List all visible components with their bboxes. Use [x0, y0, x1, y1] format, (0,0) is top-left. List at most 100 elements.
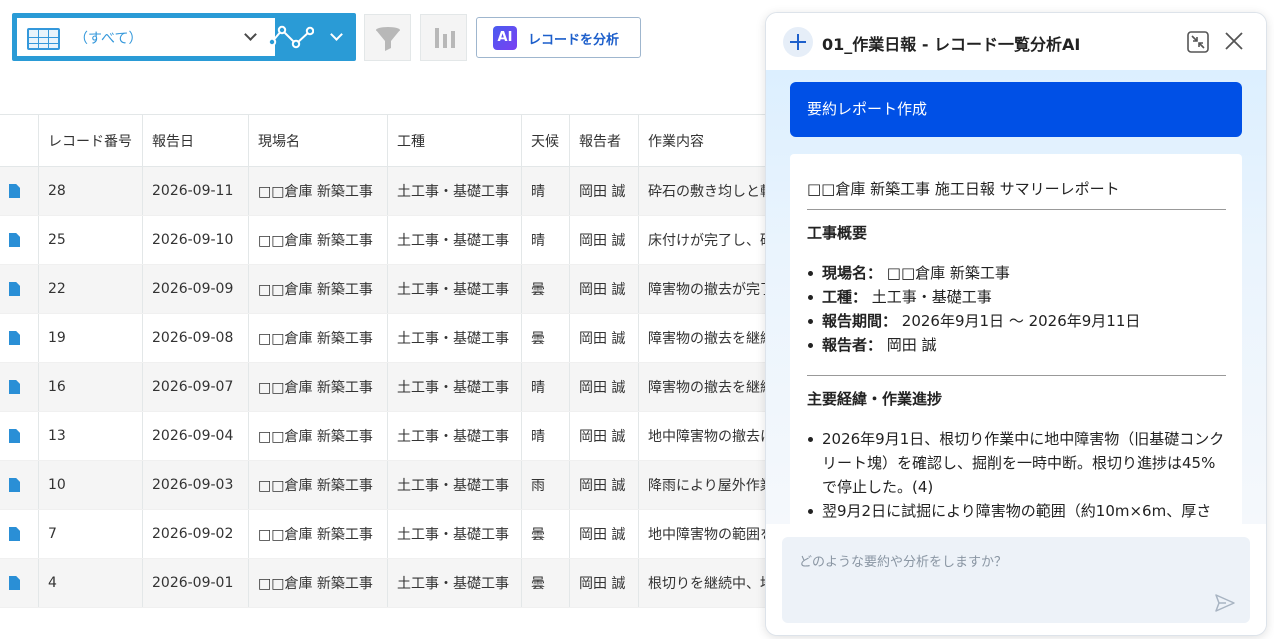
analyze-records-label: レコードを分析 [528, 33, 620, 48]
table-row: 25 2026-09-10 □□倉庫 新築工事 土工事・基礎工事 晴 岡田 誠 … [0, 216, 770, 265]
cell-report-date: 2026-09-11 [142, 167, 248, 215]
table-row: 28 2026-09-11 □□倉庫 新築工事 土工事・基礎工事 晴 岡田 誠 … [0, 167, 770, 216]
document-icon [9, 184, 20, 198]
overview-list: 現場名： □□倉庫 新築工事 工種： 土工事・基礎工事 報告期間： 2026年9… [807, 261, 1226, 357]
document-icon [9, 233, 20, 247]
cell-weather: 曇 [521, 510, 569, 558]
table-header: レコード番号 報告日 現場名 工種 天候 報告者 作業内容 [0, 114, 770, 167]
shrink-panel-icon[interactable] [1187, 31, 1209, 53]
view-selector-group: （すべて） [12, 13, 356, 61]
cell-report-date: 2026-09-08 [142, 314, 248, 362]
filter-button[interactable] [364, 14, 411, 61]
record-detail-link[interactable] [0, 314, 38, 362]
cell-work-content: 降雨により屋外作業 [638, 461, 770, 509]
progress-item: 2026年9月1日、根切り作業中に地中障害物（旧基礎コンクリート塊）を確認し、掘… [807, 427, 1226, 499]
graph-chevron-down-icon[interactable] [330, 28, 343, 41]
cell-reporter: 岡田 誠 [569, 216, 638, 264]
cell-record-number: 22 [38, 265, 142, 313]
chat-input-area: どのような要約や分析をしますか？ [766, 524, 1266, 635]
chat-input-placeholder: どのような要約や分析をしますか？ [799, 555, 1008, 570]
cell-site-name: □□倉庫 新築工事 [248, 461, 387, 509]
cell-reporter: 岡田 誠 [569, 461, 638, 509]
table-row: 22 2026-09-09 □□倉庫 新築工事 土工事・基礎工事 曇 岡田 誠 … [0, 265, 770, 314]
cell-work-content: 床付けが完了し、砕 [638, 216, 770, 264]
header-work-type[interactable]: 工種 [387, 115, 521, 166]
bar-chart-icon [435, 28, 455, 48]
chevron-down-icon [244, 28, 257, 41]
record-detail-link[interactable] [0, 216, 38, 264]
header-report-date[interactable]: 報告日 [142, 115, 248, 166]
cell-report-date: 2026-09-03 [142, 461, 248, 509]
cell-work-content: 障害物の撤去が完了 [638, 265, 770, 313]
view-select[interactable]: （すべて） [17, 18, 275, 56]
cell-site-name: □□倉庫 新築工事 [248, 314, 387, 362]
cell-work-content: 地中障害物の撤去に [638, 412, 770, 460]
send-icon[interactable] [1215, 593, 1235, 613]
cell-record-number: 4 [38, 559, 142, 607]
cell-reporter: 岡田 誠 [569, 167, 638, 215]
record-detail-link[interactable] [0, 412, 38, 460]
table-row: 10 2026-09-03 □□倉庫 新築工事 土工事・基礎工事 雨 岡田 誠 … [0, 461, 770, 510]
table-view-icon [27, 28, 60, 50]
cell-weather: 曇 [521, 314, 569, 362]
cell-record-number: 28 [38, 167, 142, 215]
cell-work-type: 土工事・基礎工事 [387, 412, 521, 460]
document-icon [9, 380, 20, 394]
cell-record-number: 19 [38, 314, 142, 362]
cell-reporter: 岡田 誠 [569, 510, 638, 558]
document-icon [9, 429, 20, 443]
record-detail-link[interactable] [0, 461, 38, 509]
cell-record-number: 10 [38, 461, 142, 509]
table-row: 19 2026-09-08 □□倉庫 新築工事 土工事・基礎工事 曇 岡田 誠 … [0, 314, 770, 363]
record-detail-link[interactable] [0, 167, 38, 215]
ai-icon: AI [493, 26, 517, 50]
overview-item: 報告者： 岡田 誠 [807, 333, 1226, 357]
header-reporter[interactable]: 報告者 [569, 115, 638, 166]
cell-site-name: □□倉庫 新築工事 [248, 216, 387, 264]
cell-site-name: □□倉庫 新築工事 [248, 167, 387, 215]
cell-work-type: 土工事・基礎工事 [387, 559, 521, 607]
user-message: 要約レポート作成 [790, 82, 1242, 137]
header-site-name[interactable]: 現場名 [248, 115, 387, 166]
header-weather[interactable]: 天候 [521, 115, 569, 166]
ai-response-card: □□倉庫 新築工事 施工日報 サマリーレポート 工事概要 現場名： □□倉庫 新… [790, 154, 1242, 524]
cell-weather: 雨 [521, 461, 569, 509]
cell-report-date: 2026-09-01 [142, 559, 248, 607]
record-detail-link[interactable] [0, 265, 38, 313]
panel-header: 01_作業日報 - レコード一覧分析AI [766, 13, 1266, 70]
cell-work-type: 土工事・基礎工事 [387, 461, 521, 509]
cell-reporter: 岡田 誠 [569, 363, 638, 411]
cell-reporter: 岡田 誠 [569, 412, 638, 460]
cell-site-name: □□倉庫 新築工事 [248, 510, 387, 558]
cell-work-content: 地中障害物の範囲を [638, 510, 770, 558]
record-detail-link[interactable] [0, 559, 38, 607]
cell-work-content: 障害物の撤去を継続 [638, 314, 770, 362]
document-icon [9, 282, 20, 296]
cell-work-type: 土工事・基礎工事 [387, 265, 521, 313]
header-icon-column [0, 115, 38, 166]
cell-reporter: 岡田 誠 [569, 314, 638, 362]
cell-site-name: □□倉庫 新築工事 [248, 559, 387, 607]
table-row: 13 2026-09-04 □□倉庫 新築工事 土工事・基礎工事 晴 岡田 誠 … [0, 412, 770, 461]
chat-history[interactable]: 要約レポート作成 □□倉庫 新築工事 施工日報 サマリーレポート 工事概要 現場… [766, 70, 1266, 524]
header-work-content[interactable]: 作業内容 [638, 115, 770, 166]
cell-report-date: 2026-09-02 [142, 510, 248, 558]
divider [807, 375, 1226, 376]
progress-list: 2026年9月1日、根切り作業中に地中障害物（旧基礎コンクリート塊）を確認し、掘… [807, 427, 1226, 524]
close-icon[interactable] [1223, 30, 1245, 52]
table-row: 16 2026-09-07 □□倉庫 新築工事 土工事・基礎工事 晴 岡田 誠 … [0, 363, 770, 412]
cell-work-type: 土工事・基礎工事 [387, 510, 521, 558]
graph-view-icon[interactable] [268, 24, 314, 50]
cell-work-type: 土工事・基礎工事 [387, 216, 521, 264]
analyze-records-button[interactable]: AI レコードを分析 [476, 17, 641, 58]
new-chat-plus-icon[interactable] [783, 27, 813, 57]
chart-button[interactable] [420, 14, 467, 61]
cell-reporter: 岡田 誠 [569, 265, 638, 313]
header-record-number[interactable]: レコード番号 [38, 115, 142, 166]
cell-work-type: 土工事・基礎工事 [387, 167, 521, 215]
record-detail-link[interactable] [0, 363, 38, 411]
view-select-label: （すべて） [74, 31, 143, 47]
record-detail-link[interactable] [0, 510, 38, 558]
chat-input[interactable]: どのような要約や分析をしますか？ [782, 537, 1250, 623]
document-icon [9, 478, 20, 492]
